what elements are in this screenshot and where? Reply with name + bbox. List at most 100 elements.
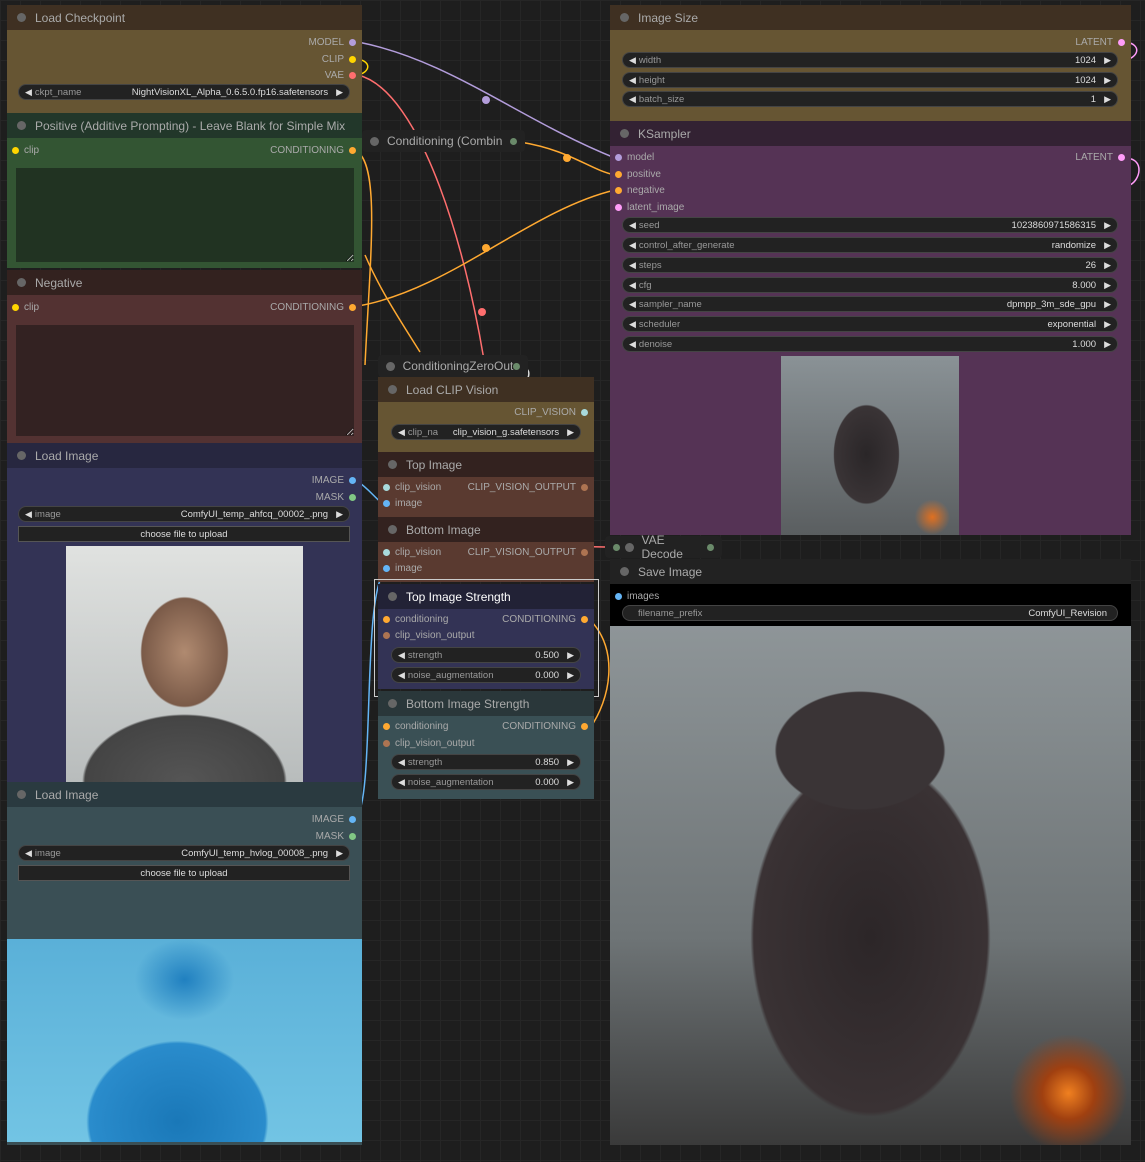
node-load-image-2[interactable]: Load Image IMAGE MASK ◀ image ComfyUI_temp… [7, 782, 362, 1145]
arrow-right-icon[interactable]: ▶ [1104, 55, 1111, 66]
pin-icon[interactable] [383, 484, 390, 491]
sampler-name-combo[interactable]: ◀ sampler_name dpmpp_3m_sde_gpu ▶ [622, 296, 1118, 312]
node-title[interactable]: Negative [7, 270, 362, 295]
node-title[interactable]: KSampler [610, 121, 1131, 146]
arrow-left-icon[interactable]: ◀ [25, 87, 32, 98]
width-field[interactable]: ◀ width 1024 ▶ [622, 52, 1118, 68]
node-title[interactable]: Bottom Image [378, 517, 594, 542]
arrow-left-icon[interactable]: ◀ [398, 777, 405, 788]
node-save-image[interactable]: Save Image images filename_prefix ComfyUI… [610, 559, 1131, 1145]
seed-field[interactable]: ◀ seed 1023860971586315 ▶ [622, 217, 1118, 233]
node-load-image-1[interactable]: Load Image IMAGE MASK ◀ image ComfyUI_temp… [7, 443, 362, 782]
input-image[interactable]: image [383, 498, 422, 509]
pin-icon[interactable] [615, 593, 622, 600]
arrow-right-icon[interactable]: ▶ [1104, 220, 1111, 231]
arrow-right-icon[interactable]: ▶ [567, 757, 574, 768]
collapse-dot-icon[interactable] [17, 121, 26, 130]
input-images[interactable]: images [615, 591, 659, 602]
node-conditioning-combine[interactable]: Conditioning (Combin [362, 130, 525, 152]
node-title[interactable]: Load Image [7, 782, 362, 807]
arrow-right-icon[interactable]: ▶ [1104, 260, 1111, 271]
output-clip-vision[interactable]: CLIP_VISION [514, 407, 588, 418]
pin-icon[interactable] [581, 549, 588, 556]
input-clip[interactable]: clip [12, 302, 39, 313]
arrow-left-icon[interactable]: ◀ [629, 240, 636, 251]
output-vae[interactable]: VAE [325, 70, 356, 81]
pin-icon[interactable] [349, 816, 356, 823]
pin-icon[interactable] [581, 409, 588, 416]
image-combo[interactable]: ◀ image ComfyUI_temp_ahfcq_00002_.png ▶ [18, 506, 350, 522]
arrow-right-icon[interactable]: ▶ [1104, 280, 1111, 291]
pin-icon[interactable] [383, 500, 390, 507]
arrow-right-icon[interactable]: ▶ [336, 509, 343, 520]
collapse-dot-icon[interactable] [388, 460, 397, 469]
collapse-dot-icon[interactable] [620, 129, 629, 138]
pin-icon[interactable] [581, 723, 588, 730]
positive-prompt-textarea[interactable] [16, 168, 354, 262]
output-latent[interactable]: LATENT [1075, 152, 1125, 163]
arrow-right-icon[interactable]: ▶ [336, 87, 343, 98]
output-clip-vision-output[interactable]: CLIP_VISION_OUTPUT [468, 482, 588, 493]
arrow-left-icon[interactable]: ◀ [25, 848, 32, 859]
node-ksampler[interactable]: KSampler model positive negative latent_… [610, 121, 1131, 535]
input-conditioning[interactable]: conditioning [383, 721, 448, 732]
input-positive[interactable]: positive [615, 169, 661, 180]
node-bottom-image[interactable]: Bottom Image clip_vision image CLIP_VISI… [378, 517, 594, 582]
collapse-dot-icon[interactable] [370, 136, 379, 146]
collapse-dot-icon[interactable] [17, 451, 26, 460]
collapse-dot-icon[interactable] [388, 699, 397, 708]
strength-slider[interactable]: ◀ strength 0.850 ▶ [391, 754, 581, 770]
node-top-image[interactable]: Top Image clip_vision image CLIP_VISION_… [378, 452, 594, 517]
input-latent-image[interactable]: latent_image [615, 202, 684, 213]
denoise-field[interactable]: ◀ denoise 1.000 ▶ [622, 336, 1118, 352]
batch-size-field[interactable]: ◀ batch_size 1 ▶ [622, 91, 1118, 107]
arrow-right-icon[interactable]: ▶ [1104, 339, 1111, 350]
pin-icon[interactable] [510, 137, 517, 145]
node-title[interactable]: Save Image [610, 559, 1131, 584]
input-negative[interactable]: negative [615, 185, 665, 196]
pin-icon[interactable] [383, 565, 390, 572]
pin-icon[interactable] [1118, 154, 1125, 161]
arrow-left-icon[interactable]: ◀ [398, 757, 405, 768]
pin-icon[interactable] [349, 72, 356, 79]
pin-icon[interactable] [349, 477, 356, 484]
filename-prefix-field[interactable]: filename_prefix ComfyUI_Revision [622, 605, 1118, 621]
collapse-dot-icon[interactable] [624, 542, 634, 552]
pin-icon[interactable] [349, 39, 356, 46]
output-conditioning[interactable]: CONDITIONING [502, 721, 588, 732]
pin-icon[interactable] [383, 549, 390, 556]
pin-icon[interactable] [1118, 39, 1125, 46]
arrow-left-icon[interactable]: ◀ [398, 427, 405, 438]
pin-icon[interactable] [615, 154, 622, 161]
arrow-left-icon[interactable]: ◀ [629, 299, 636, 310]
scheduler-combo[interactable]: ◀ scheduler exponential ▶ [622, 316, 1118, 332]
input-clip[interactable]: clip [12, 145, 39, 156]
output-image[interactable]: IMAGE [312, 814, 356, 825]
cfg-field[interactable]: ◀ cfg 8.000 ▶ [622, 277, 1118, 293]
output-conditioning[interactable]: CONDITIONING [270, 145, 356, 156]
arrow-left-icon[interactable]: ◀ [629, 220, 636, 231]
arrow-right-icon[interactable]: ▶ [1104, 94, 1111, 105]
input-clip-vision-output[interactable]: clip_vision_output [383, 738, 475, 749]
image-combo[interactable]: ◀ image ComfyUI_temp_hvlog_00008_.png ▶ [18, 845, 350, 861]
collapse-dot-icon[interactable] [388, 385, 397, 394]
pin-icon[interactable] [707, 543, 714, 551]
noise-augmentation-slider[interactable]: ◀ noise_augmentation 0.000 ▶ [391, 774, 581, 790]
node-title[interactable]: Load Checkpoint [7, 5, 362, 30]
pin-icon[interactable] [349, 494, 356, 501]
arrow-right-icon[interactable]: ▶ [567, 777, 574, 788]
pin-icon[interactable] [615, 187, 622, 194]
pin-icon[interactable] [513, 362, 520, 370]
node-title[interactable]: Load Image [7, 443, 362, 468]
collapse-dot-icon[interactable] [620, 567, 629, 576]
pin-icon[interactable] [349, 147, 356, 154]
arrow-left-icon[interactable]: ◀ [629, 75, 636, 86]
clip-name-combo[interactable]: ◀clip_name clip_vision_g.safetensors ▶ [391, 424, 581, 440]
pin-icon[interactable] [12, 147, 19, 154]
arrow-left-icon[interactable]: ◀ [629, 280, 636, 291]
pin-icon[interactable] [581, 484, 588, 491]
node-title[interactable]: Top Image [378, 452, 594, 477]
arrow-right-icon[interactable]: ▶ [1104, 75, 1111, 86]
output-latent[interactable]: LATENT [1075, 37, 1125, 48]
node-load-checkpoint[interactable]: Load Checkpoint MODEL CLIP VAE ◀ ckpt_nam… [7, 5, 362, 113]
